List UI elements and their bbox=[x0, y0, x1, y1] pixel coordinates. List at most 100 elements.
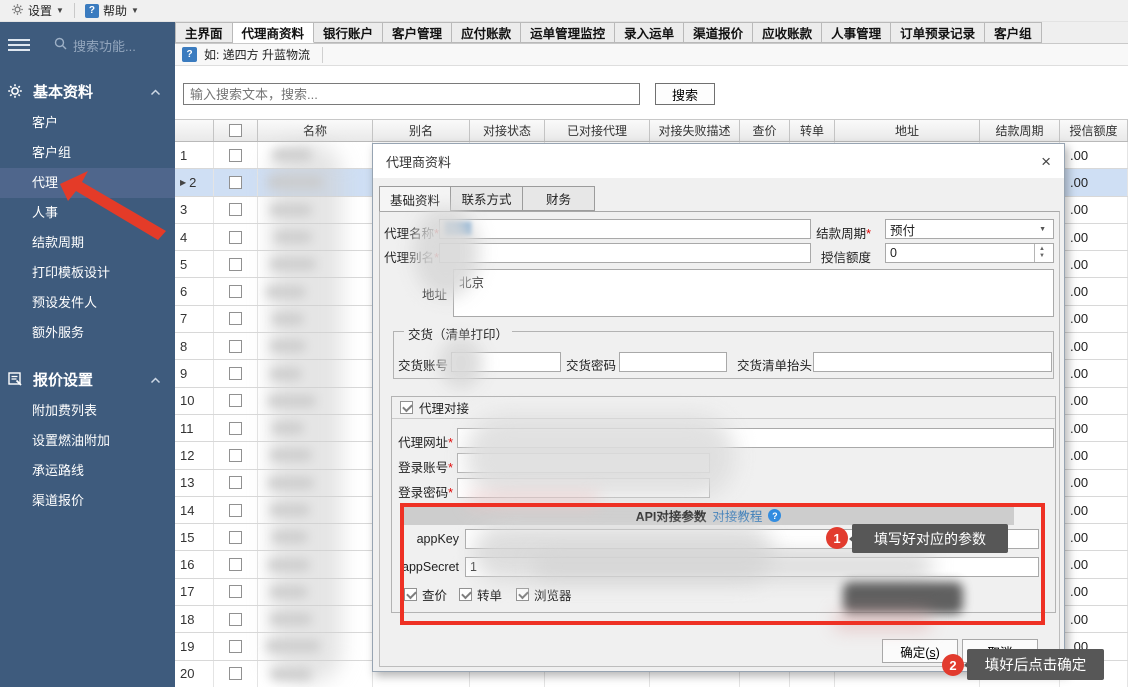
dialog-tab-联系方式[interactable]: 联系方式 bbox=[451, 186, 523, 211]
header-select-all[interactable] bbox=[214, 120, 258, 141]
api-tutorial-link[interactable]: 对接教程 bbox=[712, 506, 762, 525]
column-header-别名[interactable]: 别名 bbox=[373, 120, 470, 141]
integration-checkbox[interactable] bbox=[400, 401, 413, 414]
tab-录入运单[interactable]: 录入运单 bbox=[615, 22, 684, 43]
row-checkbox[interactable] bbox=[229, 285, 242, 298]
column-header-已对接代理[interactable]: 已对接代理 bbox=[545, 120, 650, 141]
sidebar-item-客户组[interactable]: 客户组 bbox=[0, 138, 175, 168]
agent-name-field[interactable] bbox=[439, 219, 811, 239]
tab-运单管理监控[interactable]: 运单管理监控 bbox=[521, 22, 615, 43]
search-input[interactable] bbox=[183, 83, 640, 105]
settle-cycle-select[interactable]: 预付 ▼ bbox=[885, 219, 1054, 239]
sidebar-item-预设发件人[interactable]: 预设发件人 bbox=[0, 288, 175, 318]
row-checkbox[interactable] bbox=[229, 176, 242, 189]
chevron-up-icon[interactable] bbox=[150, 371, 161, 388]
close-icon[interactable]: × bbox=[1041, 153, 1051, 170]
tab-应付账款[interactable]: 应付账款 bbox=[452, 22, 521, 43]
table-cell bbox=[214, 442, 258, 468]
delivery-list-header-field[interactable] bbox=[813, 352, 1052, 372]
row-checkbox[interactable] bbox=[229, 531, 242, 544]
agent-alias-label: 代理别名 bbox=[379, 247, 439, 266]
table-cell bbox=[214, 360, 258, 386]
option-转单[interactable]: 转单 bbox=[459, 585, 502, 604]
row-checkbox[interactable] bbox=[229, 640, 242, 653]
row-checkbox[interactable] bbox=[229, 312, 242, 325]
address-textarea[interactable]: 北京 bbox=[453, 269, 1054, 317]
tab-应收账款[interactable]: 应收账款 bbox=[753, 22, 822, 43]
delivery-account-field[interactable] bbox=[451, 352, 561, 372]
row-checkbox[interactable] bbox=[229, 340, 242, 353]
select-all-checkbox[interactable] bbox=[229, 124, 242, 137]
row-checkbox[interactable] bbox=[229, 231, 242, 244]
sidebar-function-search[interactable]: 搜索功能... bbox=[54, 36, 136, 55]
column-header-对接失败描述[interactable]: 对接失败描述 bbox=[650, 120, 740, 141]
column-header-查价[interactable]: 查价 bbox=[740, 120, 790, 141]
redaction-blur bbox=[266, 640, 320, 652]
row-checkbox[interactable] bbox=[229, 367, 242, 380]
sidebar-item-代理[interactable]: 代理 bbox=[0, 168, 175, 198]
option-checkbox-查价[interactable] bbox=[404, 588, 417, 601]
row-checkbox[interactable] bbox=[229, 394, 242, 407]
dialog-tab-基础资料[interactable]: 基础资料 bbox=[379, 186, 451, 212]
row-checkbox[interactable] bbox=[229, 476, 242, 489]
column-header-对接状态[interactable]: 对接状态 bbox=[470, 120, 545, 141]
chevron-up-icon[interactable] bbox=[150, 83, 161, 100]
column-header-名称[interactable]: 名称 bbox=[258, 120, 373, 141]
row-checkbox[interactable] bbox=[229, 203, 242, 216]
row-checkbox[interactable] bbox=[229, 558, 242, 571]
option-checkbox-浏览器[interactable] bbox=[516, 588, 529, 601]
sidebar-item-客户[interactable]: 客户 bbox=[0, 108, 175, 138]
delivery-password-field[interactable] bbox=[619, 352, 727, 372]
tab-客户组[interactable]: 客户组 bbox=[985, 22, 1042, 43]
column-header-地址[interactable]: 地址 bbox=[835, 120, 980, 141]
option-浏览器[interactable]: 浏览器 bbox=[516, 585, 572, 604]
tab-代理商资料[interactable]: 代理商资料 bbox=[233, 22, 315, 43]
table-cell bbox=[258, 661, 373, 687]
row-number: 4 bbox=[180, 230, 187, 245]
hamburger-menu-icon[interactable] bbox=[8, 39, 30, 51]
sidebar-item-结款周期[interactable]: 结款周期 bbox=[0, 228, 175, 258]
column-header-转单[interactable]: 转单 bbox=[790, 120, 835, 141]
expand-icon[interactable]: ▶ bbox=[180, 178, 186, 187]
sidebar-item-额外服务[interactable]: 额外服务 bbox=[0, 318, 175, 348]
tab-渠道报价[interactable]: 渠道报价 bbox=[684, 22, 753, 43]
sidebar-section-报价设置[interactable]: 报价设置 bbox=[0, 362, 175, 396]
tab-人事管理[interactable]: 人事管理 bbox=[822, 22, 891, 43]
sidebar-item-打印模板设计[interactable]: 打印模板设计 bbox=[0, 258, 175, 288]
sidebar-item-渠道报价[interactable]: 渠道报价 bbox=[0, 486, 175, 516]
help-circle-icon[interactable]: ? bbox=[768, 509, 781, 522]
sidebar-item-附加费列表[interactable]: 附加费列表 bbox=[0, 396, 175, 426]
option-checkbox-转单[interactable] bbox=[459, 588, 472, 601]
row-checkbox[interactable] bbox=[229, 149, 242, 162]
settings-menu[interactable]: 设置 ▼ bbox=[5, 0, 70, 22]
agent-url-field[interactable] bbox=[457, 428, 1054, 448]
dialog-tab-财务[interactable]: 财务 bbox=[523, 186, 595, 211]
tab-主界面[interactable]: 主界面 bbox=[175, 22, 233, 43]
table-cell: 12 bbox=[175, 442, 214, 468]
tab-订单预录记录[interactable]: 订单预录记录 bbox=[891, 22, 985, 43]
option-查价[interactable]: 查价 bbox=[404, 585, 447, 604]
row-checkbox[interactable] bbox=[229, 258, 242, 271]
login-account-field[interactable] bbox=[457, 453, 710, 473]
row-checkbox[interactable] bbox=[229, 422, 242, 435]
row-checkbox[interactable] bbox=[229, 585, 242, 598]
tab-银行账户[interactable]: 银行账户 bbox=[314, 22, 383, 43]
tab-客户管理[interactable]: 客户管理 bbox=[383, 22, 452, 43]
column-header-授信额度[interactable]: 授信额度 bbox=[1060, 120, 1128, 141]
help-menu[interactable]: ? 帮助 ▼ bbox=[79, 0, 145, 22]
sidebar-item-设置燃油附加[interactable]: 设置燃油附加 bbox=[0, 426, 175, 456]
row-checkbox[interactable] bbox=[229, 504, 242, 517]
row-checkbox[interactable] bbox=[229, 449, 242, 462]
row-checkbox[interactable] bbox=[229, 613, 242, 626]
sidebar-section-基本资料[interactable]: 基本资料 bbox=[0, 74, 175, 108]
credit-limit-stepper[interactable]: 0 ▲▼ bbox=[885, 243, 1054, 263]
sidebar-item-人事[interactable]: 人事 bbox=[0, 198, 175, 228]
stepper-arrows-icon[interactable]: ▲▼ bbox=[1034, 244, 1049, 262]
sidebar-item-承运路线[interactable]: 承运路线 bbox=[0, 456, 175, 486]
login-password-field[interactable] bbox=[457, 478, 710, 498]
search-button[interactable]: 搜索 bbox=[655, 83, 715, 105]
appsecret-field[interactable] bbox=[465, 557, 1039, 577]
row-checkbox[interactable] bbox=[229, 667, 242, 680]
column-header-结款周期[interactable]: 结款周期 bbox=[980, 120, 1060, 141]
agent-alias-field[interactable] bbox=[439, 243, 811, 263]
